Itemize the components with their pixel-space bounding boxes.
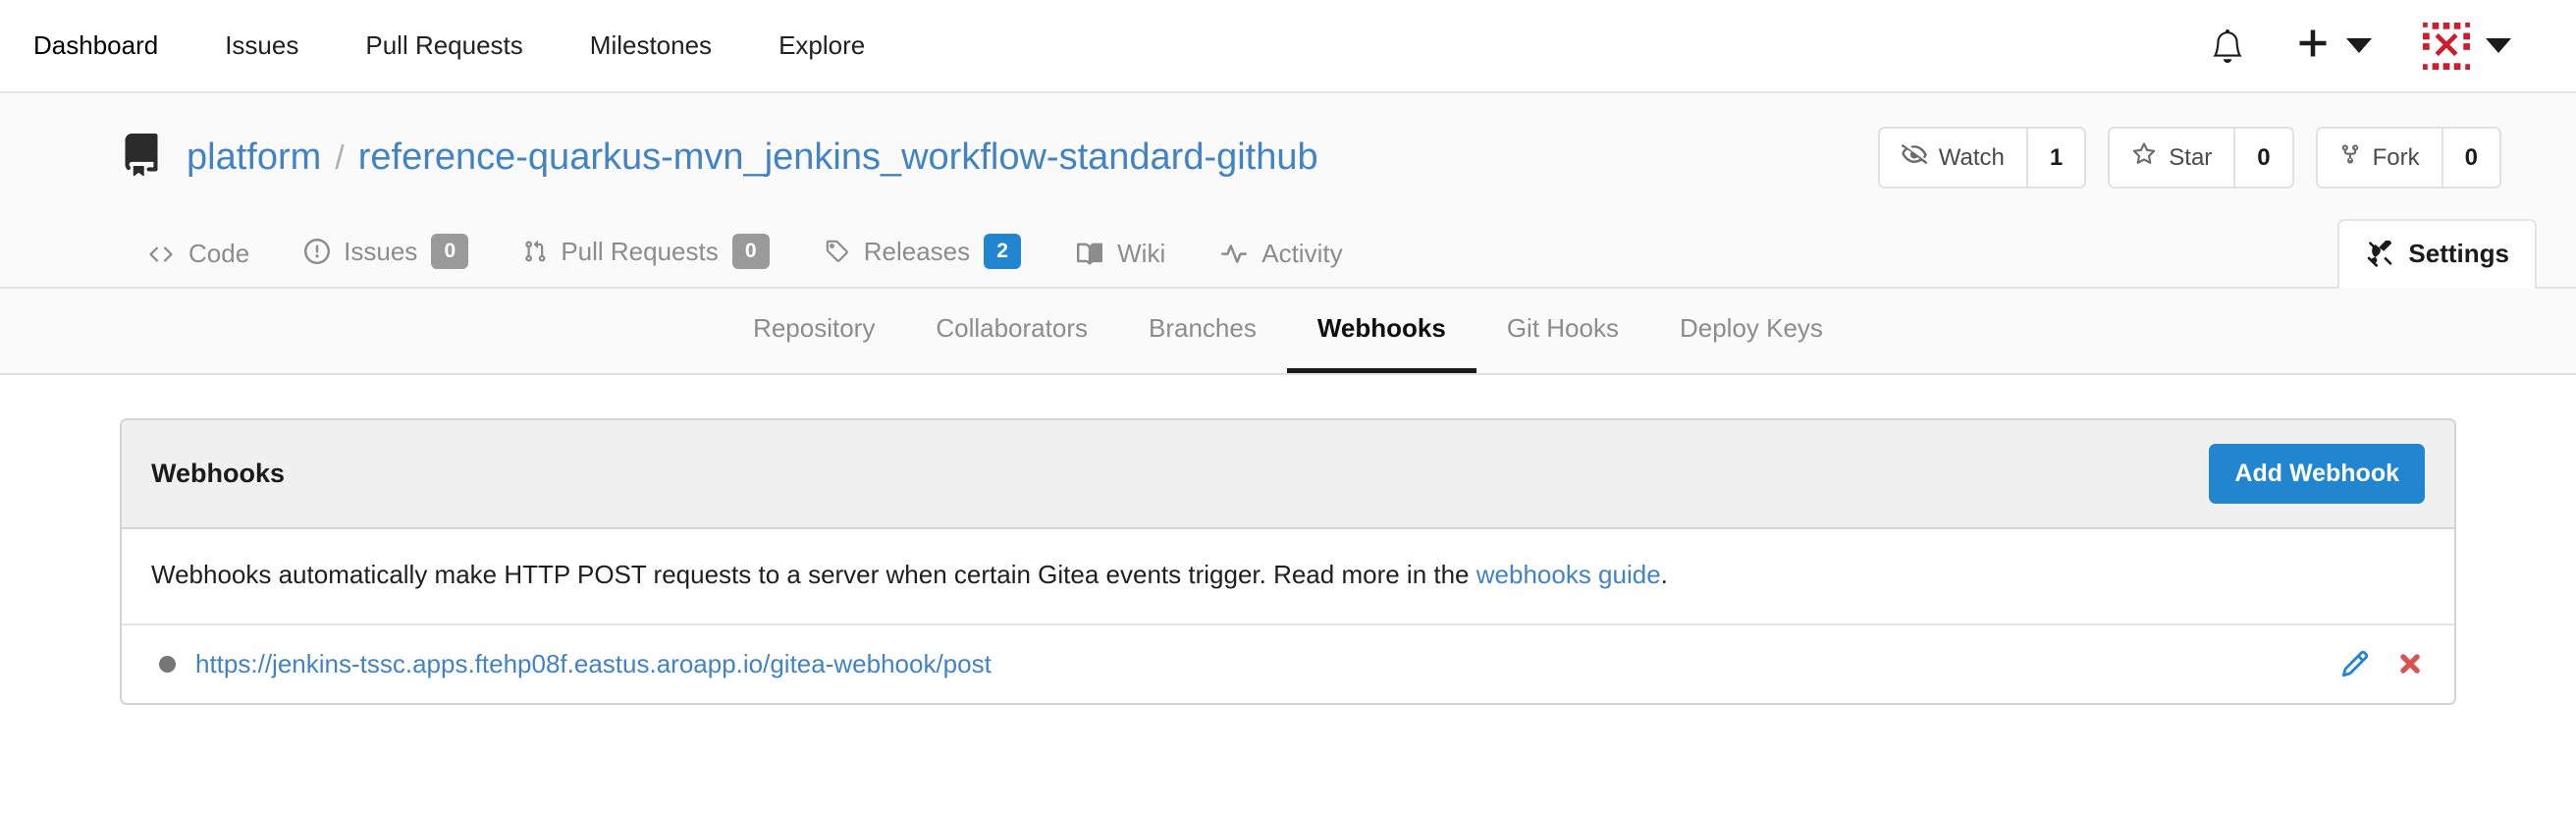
- fork-label: Fork: [2372, 143, 2420, 171]
- tab-code-label: Code: [188, 239, 250, 268]
- tab-issues-label: Issues: [344, 236, 418, 266]
- tab-pull-requests[interactable]: Pull Requests 0: [496, 214, 796, 289]
- git-pull-request-icon: [523, 239, 547, 264]
- user-menu[interactable]: [2397, 0, 2537, 92]
- tab-issues-badge: 0: [431, 234, 469, 269]
- navbar-right-group: [2185, 0, 2537, 92]
- fork-count[interactable]: 0: [2441, 129, 2499, 187]
- bell-icon: [2211, 27, 2244, 65]
- breadcrumb-repo-name[interactable]: reference-quarkus-mvn_jenkins_workflow-s…: [358, 136, 1318, 179]
- webhooks-panel-header: Webhooks Add Webhook: [122, 420, 2454, 529]
- subnav-item-webhooks[interactable]: Webhooks: [1286, 289, 1476, 373]
- chevron-down-icon: [2486, 38, 2511, 53]
- webhook-url-link[interactable]: https://jenkins-tssc.apps.ftehp08f.eastu…: [195, 649, 992, 679]
- nav-item-pull-requests[interactable]: Pull Requests: [332, 0, 556, 92]
- tab-activity[interactable]: Activity: [1193, 219, 1369, 289]
- nav-item-dashboard[interactable]: Dashboard: [0, 0, 191, 92]
- webhooks-description-text: Webhooks automatically make HTTP POST re…: [151, 560, 1476, 589]
- webhooks-description: Webhooks automatically make HTTP POST re…: [122, 529, 2454, 625]
- breadcrumb-owner[interactable]: platform: [187, 136, 321, 179]
- plus-icon: [2295, 26, 2331, 66]
- tab-releases[interactable]: Releases 2: [797, 214, 1048, 289]
- tab-settings-label: Settings: [2408, 239, 2509, 268]
- tab-activity-label: Activity: [1261, 239, 1343, 268]
- settings-subnav: Repository Collaborators Branches Webhoo…: [0, 289, 2576, 375]
- repository-tabs: Code Issues 0 Pull Requests 0 Releases 2…: [0, 214, 2576, 289]
- global-nav-links: Dashboard Issues Pull Requests Milestone…: [0, 0, 898, 91]
- fork-button-group: Fork 0: [2315, 127, 2501, 189]
- subnav-item-git-hooks[interactable]: Git Hooks: [1476, 289, 1649, 373]
- tab-pull-requests-label: Pull Requests: [561, 236, 719, 266]
- add-webhook-button[interactable]: Add Webhook: [2209, 444, 2425, 504]
- star-count[interactable]: 0: [2233, 129, 2292, 187]
- fork-button[interactable]: Fork: [2317, 129, 2442, 187]
- eye-slash-icon: [1901, 141, 1927, 174]
- watch-count[interactable]: 1: [2025, 129, 2085, 187]
- fork-icon: [2339, 141, 2361, 174]
- repository-header-band: platform / reference-quarkus-mvn_jenkins…: [0, 93, 2576, 289]
- subnav-item-repository[interactable]: Repository: [723, 289, 905, 373]
- tab-releases-label: Releases: [863, 236, 971, 266]
- main-content: Webhooks Add Webhook Webhooks automatica…: [0, 375, 2576, 705]
- nav-item-explore[interactable]: Explore: [745, 0, 898, 92]
- subnav-item-branches[interactable]: Branches: [1118, 289, 1287, 373]
- notifications-button[interactable]: [2185, 0, 2270, 92]
- webhooks-guide-link[interactable]: webhooks guide: [1476, 560, 1661, 589]
- issue-opened-icon: [304, 239, 331, 264]
- global-navbar: Dashboard Issues Pull Requests Milestone…: [0, 0, 2576, 93]
- repository-header: platform / reference-quarkus-mvn_jenkins…: [0, 93, 2576, 214]
- webhooks-panel: Webhooks Add Webhook Webhooks automatica…: [120, 418, 2456, 705]
- star-button-group: Star 0: [2108, 127, 2294, 189]
- star-label: Star: [2169, 143, 2213, 171]
- identicon-avatar: [2423, 22, 2470, 70]
- chevron-down-icon: [2346, 38, 2372, 53]
- code-icon: [147, 243, 175, 266]
- close-x-icon[interactable]: [2395, 649, 2425, 678]
- subnav-item-deploy-keys[interactable]: Deploy Keys: [1649, 289, 1853, 373]
- webhook-row-actions: [2340, 649, 2425, 678]
- tag-icon: [825, 239, 850, 264]
- star-icon: [2131, 141, 2157, 174]
- repo-book-icon: [120, 130, 163, 186]
- watch-button[interactable]: Watch: [1879, 129, 2026, 187]
- page-title: Webhooks: [151, 459, 286, 488]
- tab-releases-badge: 2: [984, 234, 1022, 269]
- tab-settings[interactable]: Settings: [2337, 219, 2537, 289]
- book-icon: [1076, 242, 1103, 267]
- tools-icon: [2365, 240, 2394, 268]
- tab-wiki-label: Wiki: [1117, 239, 1166, 268]
- breadcrumb-separator: /: [335, 139, 345, 177]
- breadcrumb: platform / reference-quarkus-mvn_jenkins…: [187, 136, 1318, 179]
- status-badge: [159, 655, 176, 673]
- pulse-icon: [1220, 242, 1248, 267]
- watch-button-group: Watch 1: [1877, 127, 2087, 189]
- watch-label: Watch: [1938, 143, 2005, 171]
- nav-item-issues[interactable]: Issues: [191, 0, 332, 92]
- pencil-icon[interactable]: [2340, 649, 2370, 678]
- tab-pull-requests-badge: 0: [731, 234, 770, 269]
- star-button[interactable]: Star: [2110, 129, 2234, 187]
- repository-actions: Watch 1 Star 0 Fork 0: [1877, 127, 2537, 189]
- create-new-menu[interactable]: [2270, 0, 2397, 92]
- list-item: https://jenkins-tssc.apps.ftehp08f.eastu…: [122, 625, 2454, 703]
- webhooks-description-suffix: .: [1660, 560, 1668, 589]
- nav-item-milestones[interactable]: Milestones: [557, 0, 745, 92]
- tab-wiki[interactable]: Wiki: [1048, 219, 1193, 289]
- tab-issues[interactable]: Issues 0: [277, 214, 496, 289]
- subnav-item-collaborators[interactable]: Collaborators: [905, 289, 1118, 373]
- tab-code[interactable]: Code: [120, 219, 277, 289]
- webhook-list: https://jenkins-tssc.apps.ftehp08f.eastu…: [122, 625, 2454, 703]
